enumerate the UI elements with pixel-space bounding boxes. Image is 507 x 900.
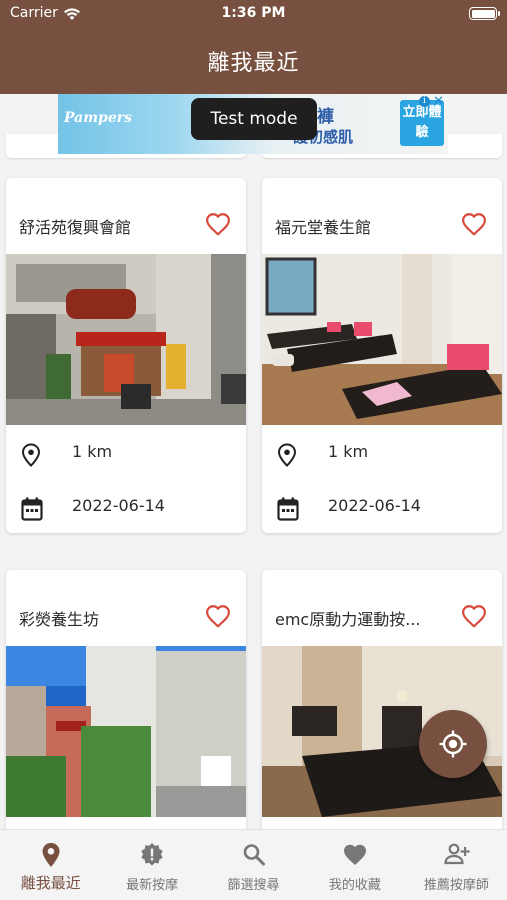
- shop-name: 彩熒養生坊: [19, 610, 100, 629]
- heart-outline-icon[interactable]: [205, 212, 231, 236]
- heart-outline-icon[interactable]: [461, 604, 487, 628]
- date-value: 2022-06-14: [328, 496, 421, 515]
- nav-item-nearby[interactable]: 離我最近: [0, 830, 101, 900]
- new-badge-icon: [141, 843, 163, 866]
- status-bar: Carrier 1:36 PM: [0, 5, 507, 25]
- location-pin-icon: [277, 443, 297, 467]
- page-title: 離我最近: [207, 51, 300, 76]
- ad-brand: Pampers: [64, 110, 132, 126]
- location-pin-icon: [21, 443, 41, 467]
- distance-value: 1 km: [328, 442, 369, 461]
- shop-photo: [6, 646, 246, 817]
- nav-label: 篩選搜尋: [227, 878, 280, 893]
- heart-outline-icon[interactable]: [205, 604, 231, 628]
- shop-name: emc原動力運動按...: [275, 610, 421, 629]
- shop-photo: [6, 254, 246, 425]
- shop-name: 舒活苑復興會館: [19, 218, 132, 237]
- battery-icon: [469, 7, 500, 20]
- shop-card[interactable]: 福元堂養生館 1 km 2022-06-14: [262, 178, 502, 533]
- date-row: 2022-06-14: [6, 479, 246, 533]
- date-row: 2022-06-14: [262, 479, 502, 533]
- ad-close-icon[interactable]: ✕: [433, 94, 444, 109]
- distance-row: 1 km: [262, 425, 502, 479]
- nav-item-favorites[interactable]: 我的收藏: [304, 830, 405, 900]
- heart-icon: [343, 844, 366, 865]
- app-bar: Carrier 1:36 PM 離我最近: [0, 0, 507, 94]
- location-pin-icon: [42, 843, 60, 867]
- nav-item-search[interactable]: 篩選搜尋: [203, 830, 304, 900]
- test-mode-toast: Test mode: [191, 98, 317, 140]
- calendar-icon: [277, 497, 299, 521]
- bottom-navigation: 離我最近 最新按摩 篩選搜尋 我的收藏 推薦按摩師: [0, 829, 507, 900]
- shop-card[interactable]: 彩熒養生坊: [6, 570, 246, 829]
- distance-value: 1 km: [72, 442, 113, 461]
- ad-info-icon[interactable]: i: [419, 96, 430, 107]
- nav-label: 我的收藏: [328, 878, 381, 893]
- add-person-icon: [444, 843, 470, 865]
- my-location-button[interactable]: [419, 710, 487, 778]
- shop-photo: [262, 254, 502, 425]
- status-time: 1:36 PM: [221, 5, 286, 21]
- shop-name: 福元堂養生館: [275, 218, 372, 237]
- shop-card[interactable]: 舒活苑復興會館 1 km 2022-06-14: [6, 178, 246, 533]
- nav-label: 最新按摩: [126, 878, 179, 893]
- nav-label: 離我最近: [20, 874, 81, 892]
- nav-label: 推薦按摩師: [423, 878, 489, 893]
- search-icon: [243, 844, 265, 866]
- calendar-icon: [21, 497, 43, 521]
- my-location-icon: [439, 730, 467, 758]
- date-value: 2022-06-14: [72, 496, 165, 515]
- heart-outline-icon[interactable]: [461, 212, 487, 236]
- nav-item-latest[interactable]: 最新按摩: [101, 830, 202, 900]
- nav-item-recommend[interactable]: 推薦按摩師: [406, 830, 507, 900]
- shop-card[interactable]: emc原動力運動按...: [262, 570, 502, 829]
- distance-row: 1 km: [6, 425, 246, 479]
